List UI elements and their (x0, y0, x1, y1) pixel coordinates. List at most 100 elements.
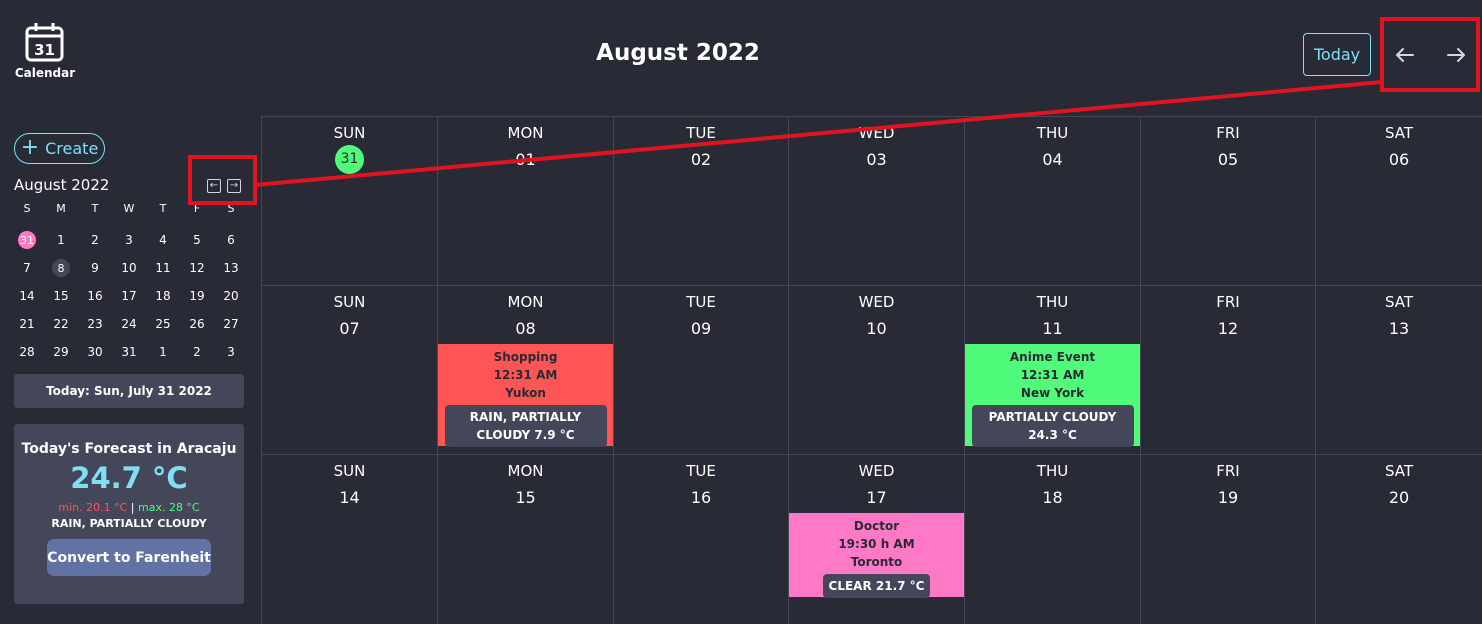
day-cell[interactable]: FRI 05 (1141, 117, 1316, 286)
day-of-week: SAT (1384, 293, 1414, 311)
app-brand: 31 Calendar (12, 22, 78, 80)
day-cell[interactable]: SAT 06 (1316, 117, 1482, 286)
mini-day[interactable]: 6 (214, 226, 248, 254)
mini-day[interactable]: 30 (78, 338, 112, 366)
mini-day[interactable]: 20 (214, 282, 248, 310)
mini-day[interactable]: 14 (10, 282, 44, 310)
mini-day[interactable]: 8 (52, 259, 70, 277)
day-of-week: WED (858, 293, 895, 311)
prev-month-button[interactable] (1393, 43, 1417, 67)
day-number-text: 08 (515, 318, 536, 338)
mini-day[interactable]: 21 (10, 310, 44, 338)
arrow-right-icon (1447, 48, 1465, 62)
day-number: 09 (614, 315, 788, 341)
mini-day[interactable]: 22 (44, 310, 78, 338)
day-cell[interactable]: WED 03 (789, 117, 965, 286)
event-card[interactable]: Anime Event 12:31 AM New York PARTIALLY CLO… (965, 344, 1140, 447)
day-of-week: MON (507, 462, 544, 480)
mini-day[interactable]: 1 (44, 226, 78, 254)
mini-day[interactable]: 31 (18, 231, 36, 249)
day-cell[interactable]: SAT 13 (1316, 286, 1482, 455)
day-cell[interactable]: SAT 20 (1316, 455, 1482, 624)
day-number: 04 (965, 146, 1140, 172)
day-cell[interactable]: SUN 31 (262, 117, 438, 286)
mini-day[interactable]: 24 (112, 310, 146, 338)
event-time: 12:31 AM (493, 368, 558, 382)
mini-day[interactable]: 25 (146, 310, 180, 338)
mini-day[interactable]: 28 (10, 338, 44, 366)
mini-prev-button[interactable]: ← (207, 179, 221, 193)
day-of-week: FRI (1216, 293, 1240, 311)
event-place: Toronto (850, 555, 903, 569)
day-of-week: TUE (686, 462, 716, 480)
mini-day[interactable]: 3 (112, 226, 146, 254)
mini-day[interactable]: 13 (214, 254, 248, 282)
mini-weekday-header: S (23, 201, 31, 215)
day-number: 31 (262, 144, 437, 174)
mini-day[interactable]: 1 (146, 338, 180, 366)
today-button[interactable]: Today (1303, 33, 1371, 76)
mini-day[interactable]: 27 (214, 310, 248, 338)
mini-day[interactable]: 23 (78, 310, 112, 338)
mini-day[interactable]: 2 (78, 226, 112, 254)
arrow-left-icon (1396, 48, 1414, 62)
day-cell[interactable]: TUE 09 (614, 286, 789, 455)
day-cell[interactable]: MON 15 (438, 455, 614, 624)
day-cell[interactable]: MON 01 (438, 117, 614, 286)
day-number: 02 (614, 146, 788, 172)
convert-fahrenheit-button[interactable]: Convert to Farenheit (47, 539, 211, 576)
day-number: 05 (1141, 146, 1315, 172)
day-cell[interactable]: WED 17 Doctor 19:30 h AM Toronto CLEAR 21.7 °… (789, 455, 965, 624)
mini-day[interactable]: 4 (146, 226, 180, 254)
day-of-week: SAT (1384, 124, 1414, 142)
day-cell[interactable]: FRI 12 (1141, 286, 1316, 455)
mini-day[interactable]: 17 (112, 282, 146, 310)
day-cell[interactable]: SUN 07 (262, 286, 438, 455)
mini-day[interactable]: 9 (78, 254, 112, 282)
event-time: 19:30 h AM (838, 537, 915, 551)
day-cell[interactable]: TUE 02 (614, 117, 789, 286)
mini-day[interactable]: 15 (44, 282, 78, 310)
day-number: 03 (789, 146, 964, 172)
forecast-min: min. 20.1 °C (58, 501, 128, 514)
mini-day[interactable]: 29 (44, 338, 78, 366)
mini-day[interactable]: 2 (180, 338, 214, 366)
forecast-condition: RAIN, PARTIALLY CLOUDY (51, 517, 207, 530)
mini-calendar-grid: S M T W T F S 31 1 2 3 4 5 6 7 8 9 10 11 12 13 14 15 16 17 18 19 20… (10, 198, 248, 366)
mini-day[interactable]: 10 (112, 254, 146, 282)
day-number-text: 04 (1042, 149, 1063, 169)
mini-day[interactable]: 3 (214, 338, 248, 366)
forecast-min-max: min. 20.1 °C | max. 28 °C (14, 501, 244, 514)
day-cell[interactable]: MON 08 Shopping 12:31 AM Yukon RAIN, PARTIALL… (438, 286, 614, 455)
day-cell[interactable]: TUE 16 (614, 455, 789, 624)
mini-day[interactable]: 31 (112, 338, 146, 366)
day-number-text: 19 (1217, 487, 1239, 507)
page-title: August 2022 (596, 40, 760, 66)
day-cell[interactable]: THU 04 (965, 117, 1141, 286)
mini-day[interactable]: 5 (180, 226, 214, 254)
mini-day[interactable]: 7 (10, 254, 44, 282)
day-of-week: TUE (686, 124, 716, 142)
forecast-temperature: 24.7 °C (70, 461, 188, 495)
today-date-box: Today: Sun, July 31 2022 (14, 374, 244, 408)
create-button[interactable]: + Create (14, 133, 105, 164)
mini-day[interactable]: 26 (180, 310, 214, 338)
day-cell[interactable]: THU 18 (965, 455, 1141, 624)
mini-next-button[interactable]: → (227, 179, 241, 193)
mini-day[interactable]: 18 (146, 282, 180, 310)
next-month-button[interactable] (1444, 43, 1468, 67)
day-cell[interactable]: FRI 19 (1141, 455, 1316, 624)
day-number: 06 (1316, 146, 1482, 172)
mini-day[interactable]: 19 (180, 282, 214, 310)
day-cell[interactable]: SUN 14 (262, 455, 438, 624)
mini-day[interactable]: 12 (180, 254, 214, 282)
day-number-text: 20 (1388, 487, 1410, 507)
day-of-week: THU (1036, 124, 1069, 142)
day-cell[interactable]: WED 10 (789, 286, 965, 455)
mini-day[interactable]: 16 (78, 282, 112, 310)
event-title: Shopping (493, 350, 558, 364)
event-card[interactable]: Shopping 12:31 AM Yukon RAIN, PARTIALLY CLO… (438, 344, 613, 447)
day-cell[interactable]: THU 11 Anime Event 12:31 AM New York PARTIALL… (965, 286, 1141, 455)
mini-day[interactable]: 11 (146, 254, 180, 282)
event-card[interactable]: Doctor 19:30 h AM Toronto CLEAR 21.7 °C (789, 513, 964, 598)
